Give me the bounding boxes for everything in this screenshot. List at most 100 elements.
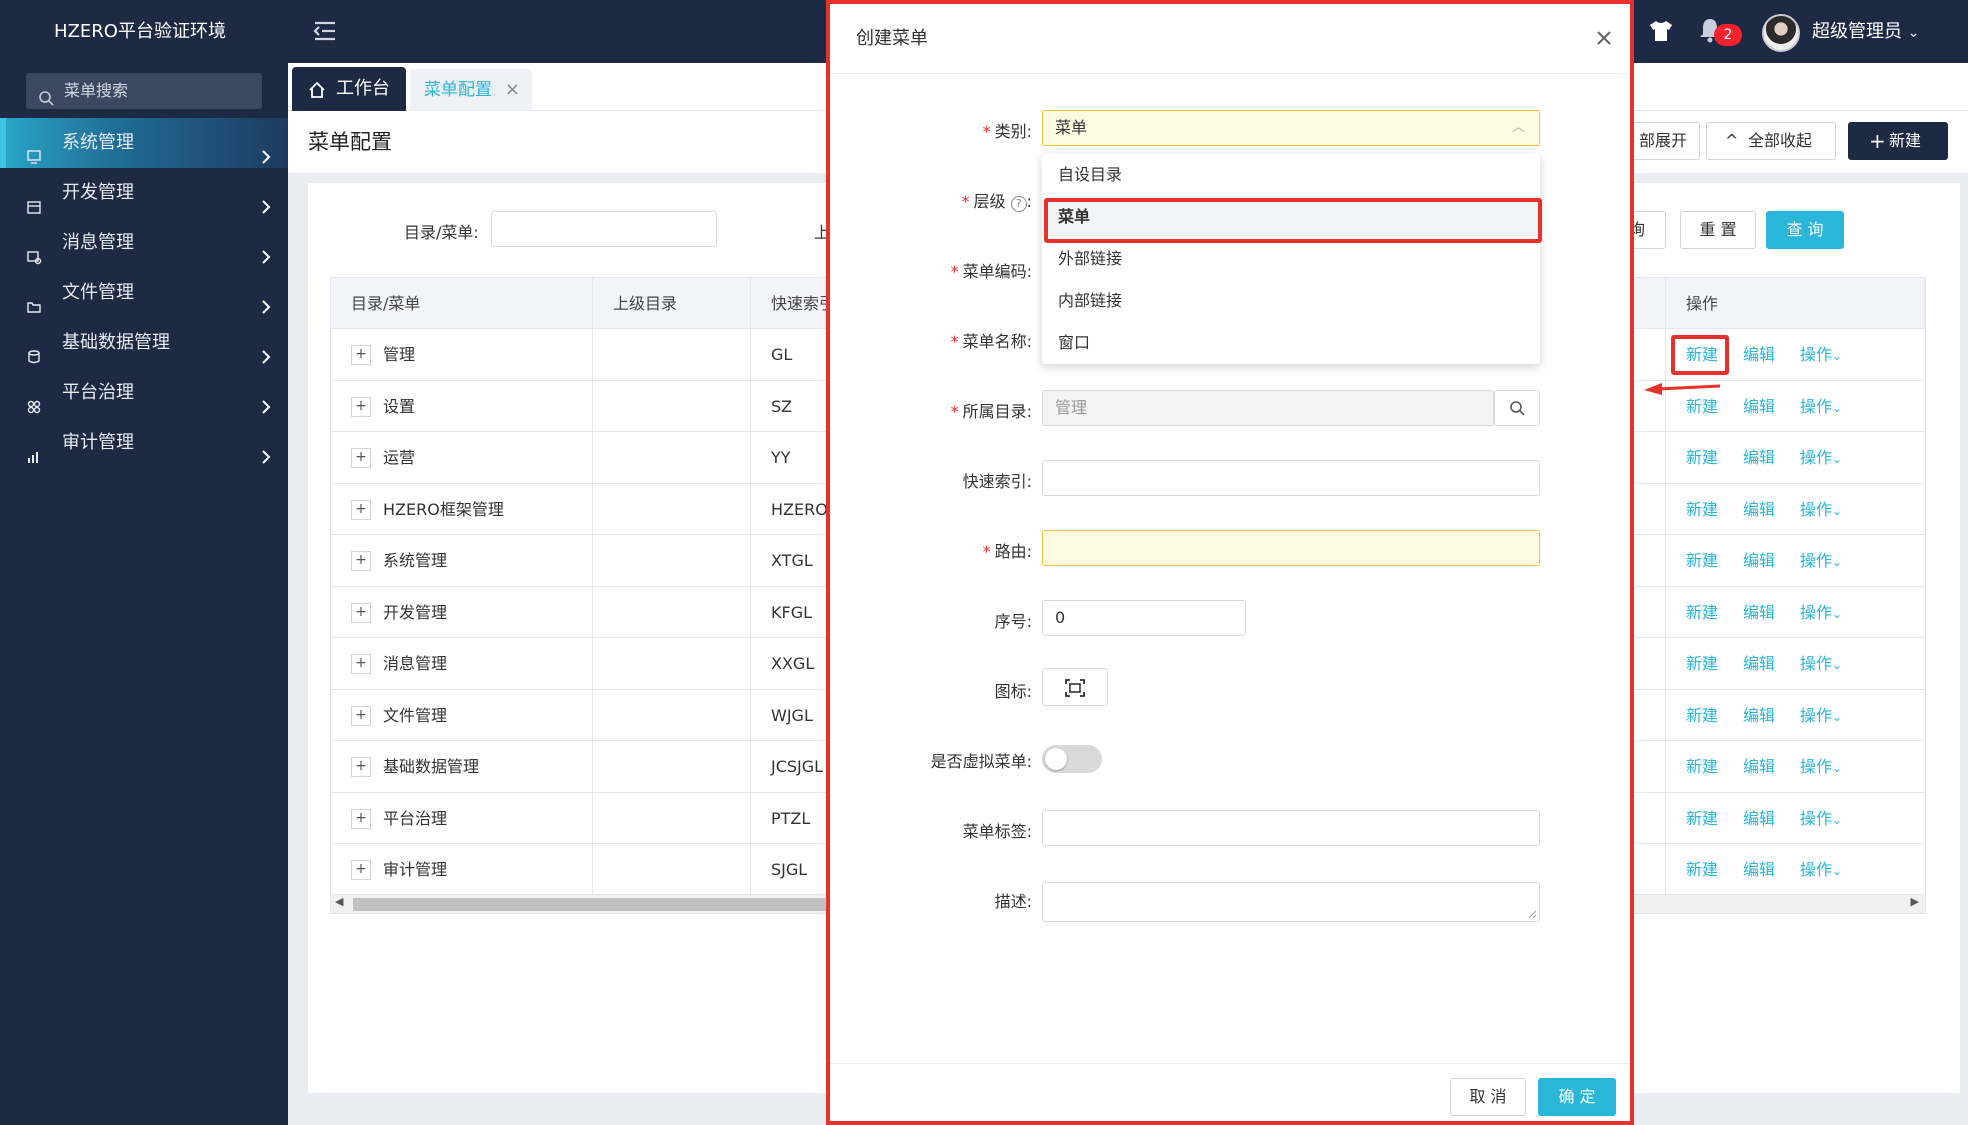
expand-icon[interactable]: + [351, 396, 371, 417]
row-more-link[interactable]: 操作⌄ [1800, 381, 1842, 434]
tags-input[interactable] [1042, 810, 1540, 846]
home-icon [309, 81, 325, 98]
resize-handle-icon[interactable] [1527, 909, 1537, 919]
row-new-link[interactable]: 新建 [1686, 690, 1718, 741]
close-tab-icon[interactable]: × [505, 69, 520, 111]
order-label: 序号: [994, 612, 1032, 631]
expand-icon[interactable]: + [351, 602, 371, 623]
row-edit-link[interactable]: 编辑 [1743, 638, 1775, 689]
row-more-link[interactable]: 操作⌄ [1800, 329, 1842, 382]
expand-icon[interactable]: + [351, 757, 371, 777]
row-edit-link[interactable]: 编辑 [1743, 381, 1775, 432]
dropdown-option-selected[interactable]: 菜单 [1042, 196, 1542, 243]
row-more-link[interactable]: 操作⌄ [1800, 690, 1842, 743]
row-edit-link[interactable]: 编辑 [1743, 329, 1775, 380]
route-label: * 路由: [982, 542, 1032, 561]
icon-picker[interactable] [1042, 668, 1108, 706]
expand-icon[interactable]: + [351, 499, 371, 520]
row-new-link[interactable]: 新建 [1686, 741, 1718, 792]
row-edit-link[interactable]: 编辑 [1743, 844, 1775, 895]
expand-icon[interactable]: + [351, 345, 371, 365]
new-button[interactable]: + 新建 [1848, 122, 1948, 160]
scrollbar-thumb[interactable] [353, 898, 853, 911]
row-more-link[interactable]: 操作⌄ [1800, 741, 1842, 794]
column-header: 操作 [1665, 278, 1925, 328]
close-icon[interactable] [1592, 26, 1616, 50]
row-new-link[interactable]: 新建 [1686, 844, 1718, 895]
row-more-link[interactable]: 操作⌄ [1800, 484, 1842, 537]
reset-button[interactable]: 重 置 [1680, 211, 1756, 249]
ok-button[interactable]: 确 定 [1538, 1078, 1616, 1116]
row-edit-link[interactable]: 编辑 [1743, 690, 1775, 741]
expand-icon[interactable]: + [351, 448, 371, 468]
actions-cell: 新建 编辑 操作⌄ [1665, 792, 1925, 846]
row-new-link[interactable]: 新建 [1686, 484, 1718, 535]
sidebar-item-governance[interactable]: 平台治理 [0, 368, 288, 418]
row-more-link[interactable]: 操作⌄ [1800, 587, 1842, 640]
sidebar-item-audit[interactable]: 审计管理 [0, 418, 288, 468]
row-edit-link[interactable]: 编辑 [1743, 535, 1775, 586]
cancel-button[interactable]: 取 消 [1450, 1078, 1526, 1116]
dropdown-option[interactable]: 内部链接 [1042, 280, 1540, 321]
category-select[interactable]: 菜单 ︿ [1042, 110, 1540, 146]
parent-dir-search-button[interactable] [1494, 390, 1540, 426]
row-more-link[interactable]: 操作⌄ [1800, 638, 1842, 691]
row-new-link[interactable]: 新建 [1686, 793, 1718, 844]
user-menu[interactable]: 超级管理员 ⌄ [1812, 0, 1919, 65]
sidebar-item-message[interactable]: 消息管理 [0, 218, 288, 268]
row-more-link[interactable]: 操作⌄ [1800, 844, 1842, 897]
expand-icon[interactable]: + [351, 551, 371, 571]
dropdown-option[interactable]: 窗口 [1042, 322, 1540, 363]
expand-icon[interactable]: + [351, 860, 371, 880]
order-input[interactable]: 0 [1042, 600, 1246, 636]
description-textarea[interactable] [1042, 882, 1540, 922]
sidebar-item-system[interactable]: 系统管理 [0, 118, 288, 168]
route-input[interactable] [1042, 530, 1540, 566]
tab-menu-config[interactable]: 菜单配置 × [410, 69, 532, 111]
code-label: * 菜单编码: [950, 262, 1032, 281]
row-edit-link[interactable]: 编辑 [1743, 587, 1775, 638]
menu-toggle-icon[interactable] [312, 18, 338, 44]
virtual-toggle[interactable] [1042, 745, 1102, 773]
sidebar-item-basedata[interactable]: 基础数据管理 [0, 318, 288, 368]
menu-search-input[interactable]: 菜单搜索 [26, 73, 262, 109]
menu-filter-input[interactable] [491, 211, 717, 247]
scroll-right-icon[interactable]: ▶ [1911, 895, 1919, 908]
row-new-link[interactable]: 新建 [1686, 587, 1718, 638]
sidebar-item-dev[interactable]: 开发管理 [0, 168, 288, 218]
row-edit-link[interactable]: 编辑 [1743, 484, 1775, 535]
row-new-link[interactable]: 新建 [1686, 638, 1718, 689]
name-cell: + 平台治理 [331, 792, 593, 844]
dropdown-option[interactable]: 外部链接 [1042, 238, 1540, 279]
actions-cell: 新建 编辑 操作⌄ [1665, 535, 1925, 586]
query-button[interactable]: 查 询 [1766, 211, 1844, 249]
level-label: * 层级 ?: [961, 192, 1032, 212]
avatar[interactable] [1762, 14, 1800, 52]
expand-icon[interactable]: + [351, 654, 371, 674]
row-name: 消息管理 [383, 654, 448, 673]
actions-cell: 新建 编辑 操作⌄ [1665, 483, 1925, 537]
row-edit-link[interactable]: 编辑 [1743, 793, 1775, 844]
expand-icon[interactable]: + [351, 808, 371, 829]
collapse-all-button[interactable]: ^ 全部收起 [1706, 122, 1836, 160]
description-label: 描述: [994, 892, 1032, 911]
row-more-link[interactable]: 操作⌄ [1800, 793, 1842, 846]
row-edit-link[interactable]: 编辑 [1743, 741, 1775, 792]
dropdown-option[interactable]: 自设目录 [1042, 154, 1540, 195]
name-cell: + 审计管理 [331, 844, 593, 895]
row-edit-link[interactable]: 编辑 [1743, 432, 1775, 483]
row-more-link[interactable]: 操作⌄ [1800, 535, 1842, 588]
sidebar-item-label: 基础数据管理 [62, 332, 170, 353]
parent-dir-input[interactable]: 管理 [1042, 390, 1494, 426]
sidebar-item-file[interactable]: 文件管理 [0, 268, 288, 318]
theme-shirt-icon[interactable] [1648, 19, 1674, 47]
row-more-link[interactable]: 操作⌄ [1800, 432, 1842, 485]
quick-index-input[interactable] [1042, 460, 1540, 496]
column-header: 上级目录 [593, 278, 751, 328]
scroll-left-icon[interactable]: ◀ [335, 895, 343, 908]
parent-cell [593, 329, 751, 380]
tab-workbench[interactable]: 工作台 [292, 67, 406, 111]
expand-icon[interactable]: + [351, 705, 371, 726]
row-new-link[interactable]: 新建 [1686, 535, 1718, 586]
row-new-link[interactable]: 新建 [1686, 432, 1718, 483]
